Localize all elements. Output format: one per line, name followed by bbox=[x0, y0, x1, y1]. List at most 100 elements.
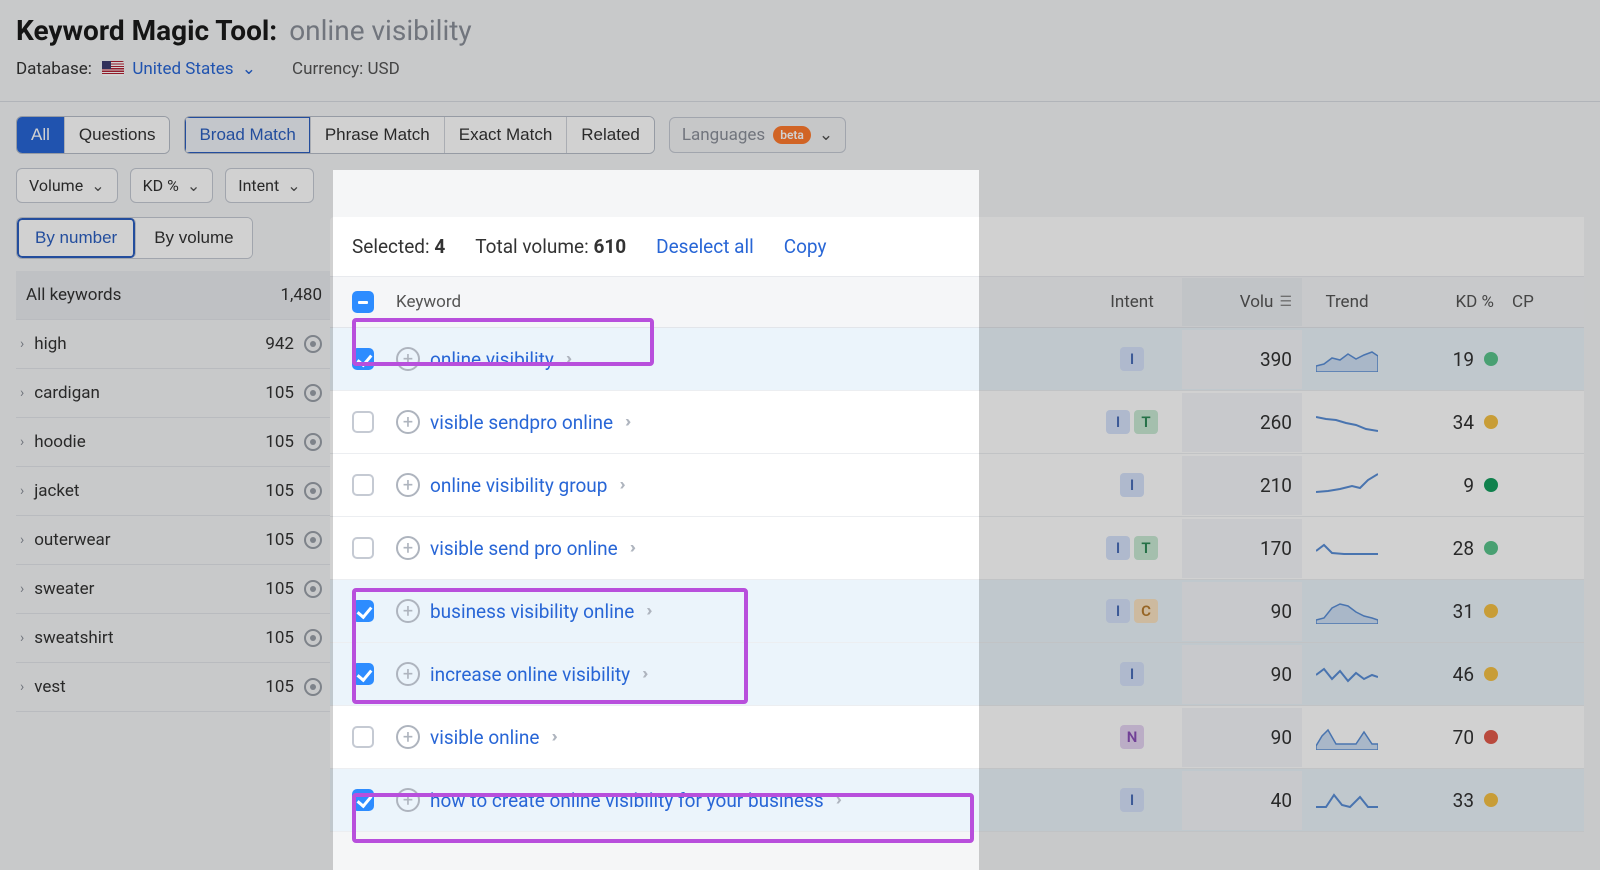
intent-badge-N: N bbox=[1120, 725, 1144, 749]
deselect-all-link[interactable]: Deselect all bbox=[656, 235, 754, 258]
eye-icon[interactable] bbox=[304, 629, 322, 647]
trend-sparkline bbox=[1316, 724, 1378, 750]
segment-related[interactable]: Related bbox=[567, 117, 654, 153]
kd-value: 19 bbox=[1453, 348, 1474, 371]
sort-desc-icon: ☰ bbox=[1279, 294, 1292, 310]
volume-value: 40 bbox=[1182, 771, 1302, 830]
intent-badge-I: I bbox=[1106, 536, 1130, 560]
kd-dot bbox=[1484, 667, 1498, 681]
row-checkbox[interactable] bbox=[352, 789, 374, 811]
keyword-link[interactable]: visible online bbox=[430, 726, 539, 749]
chevron-down-icon: ⌄ bbox=[287, 176, 300, 195]
eye-icon[interactable] bbox=[304, 580, 322, 598]
column-keyword[interactable]: Keyword bbox=[396, 292, 1082, 312]
sidebar-group[interactable]: ›sweatshirt105 bbox=[16, 614, 330, 663]
chevron-down-icon: ⌄ bbox=[242, 59, 256, 79]
sidebar-group[interactable]: ›cardigan105 bbox=[16, 369, 330, 418]
segment-exact-match[interactable]: Exact Match bbox=[445, 117, 568, 153]
expand-icon[interactable]: ›› bbox=[619, 475, 621, 495]
add-icon[interactable]: + bbox=[396, 599, 420, 623]
row-checkbox[interactable] bbox=[352, 411, 374, 433]
table-row: +increase online visibility››I9046 bbox=[330, 643, 1584, 706]
kd-dot bbox=[1484, 352, 1498, 366]
eye-icon[interactable] bbox=[304, 531, 322, 549]
column-trend[interactable]: Trend bbox=[1302, 292, 1392, 312]
row-checkbox[interactable] bbox=[352, 474, 374, 496]
trend-sparkline bbox=[1316, 409, 1378, 435]
database-selector[interactable]: Database: United States ⌄ bbox=[16, 59, 256, 79]
expand-icon[interactable]: ›› bbox=[836, 790, 838, 810]
expand-icon[interactable]: ›› bbox=[566, 349, 568, 369]
sidebar-group[interactable]: ›jacket105 bbox=[16, 467, 330, 516]
eye-icon[interactable] bbox=[304, 335, 322, 353]
column-kd[interactable]: KD % bbox=[1392, 292, 1512, 312]
volume-value: 90 bbox=[1182, 582, 1302, 641]
filter-intent[interactable]: Intent⌄ bbox=[225, 168, 313, 203]
sidebar-group[interactable]: ›high942 bbox=[16, 320, 330, 369]
column-cpc[interactable]: CP bbox=[1512, 292, 1562, 312]
trend-sparkline bbox=[1316, 472, 1378, 498]
intent-badge-I: I bbox=[1120, 347, 1144, 371]
add-icon[interactable]: + bbox=[396, 410, 420, 434]
chevron-down-icon: ⌄ bbox=[91, 176, 104, 195]
expand-icon[interactable]: ›› bbox=[642, 664, 644, 684]
sidebar-group[interactable]: ›vest105 bbox=[16, 663, 330, 712]
keyword-link[interactable]: online visibility group bbox=[430, 474, 607, 497]
expand-icon[interactable]: ›› bbox=[551, 727, 553, 747]
segment-phrase-match[interactable]: Phrase Match bbox=[311, 117, 445, 153]
add-icon[interactable]: + bbox=[396, 536, 420, 560]
volume-value: 90 bbox=[1182, 645, 1302, 704]
add-icon[interactable]: + bbox=[396, 662, 420, 686]
keyword-link[interactable]: increase online visibility bbox=[430, 663, 630, 686]
keyword-link[interactable]: online visibility bbox=[430, 348, 554, 371]
row-checkbox[interactable] bbox=[352, 537, 374, 559]
languages-dropdown[interactable]: Languages beta ⌄ bbox=[669, 117, 846, 153]
sidebar-group[interactable]: ›sweater105 bbox=[16, 565, 330, 614]
keyword-link[interactable]: visible send pro online bbox=[430, 537, 618, 560]
expand-icon[interactable]: ›› bbox=[646, 601, 648, 621]
table-row: +visible online››N9070 bbox=[330, 706, 1584, 769]
kd-value: 33 bbox=[1453, 789, 1474, 812]
add-icon[interactable]: + bbox=[396, 788, 420, 812]
add-icon[interactable]: + bbox=[396, 473, 420, 497]
keyword-link[interactable]: business visibility online bbox=[430, 600, 634, 623]
add-icon[interactable]: + bbox=[396, 725, 420, 749]
eye-icon[interactable] bbox=[304, 433, 322, 451]
trend-sparkline bbox=[1316, 661, 1378, 687]
kd-value: 70 bbox=[1453, 726, 1474, 749]
intent-badge-T: T bbox=[1134, 536, 1158, 560]
eye-icon[interactable] bbox=[304, 678, 322, 696]
row-checkbox[interactable] bbox=[352, 663, 374, 685]
row-checkbox[interactable] bbox=[352, 726, 374, 748]
expand-icon[interactable]: ›› bbox=[625, 412, 627, 432]
expand-icon[interactable]: ›› bbox=[630, 538, 632, 558]
chevron-right-icon: › bbox=[20, 630, 24, 646]
filter-kd[interactable]: KD %⌄ bbox=[130, 168, 214, 203]
segment-questions[interactable]: Questions bbox=[65, 117, 170, 153]
keyword-link[interactable]: visible sendpro online bbox=[430, 411, 613, 434]
kd-value: 31 bbox=[1453, 600, 1474, 623]
intent-badge-I: I bbox=[1120, 473, 1144, 497]
master-checkbox[interactable] bbox=[352, 291, 374, 313]
add-icon[interactable]: + bbox=[396, 347, 420, 371]
segment-broad-match[interactable]: Broad Match bbox=[185, 117, 310, 153]
sidebar-group[interactable]: ›hoodie105 bbox=[16, 418, 330, 467]
segment-all[interactable]: All bbox=[17, 117, 65, 153]
keyword-link[interactable]: how to create online visibility for your… bbox=[430, 789, 824, 812]
row-checkbox[interactable] bbox=[352, 348, 374, 370]
row-checkbox[interactable] bbox=[352, 600, 374, 622]
eye-icon[interactable] bbox=[304, 482, 322, 500]
intent-badge-I: I bbox=[1120, 788, 1144, 812]
column-intent[interactable]: Intent bbox=[1082, 292, 1182, 312]
sidebar-all-keywords[interactable]: All keywords 1,480 bbox=[16, 271, 330, 320]
intent-badge-I: I bbox=[1106, 599, 1130, 623]
sidebar-tab-by-number[interactable]: By number bbox=[17, 218, 136, 258]
kd-dot bbox=[1484, 793, 1498, 807]
filter-volume[interactable]: Volume⌄ bbox=[16, 168, 118, 203]
kd-dot bbox=[1484, 415, 1498, 429]
sidebar-group[interactable]: ›outerwear105 bbox=[16, 516, 330, 565]
sidebar-tab-by-volume[interactable]: By volume bbox=[136, 218, 251, 258]
copy-link[interactable]: Copy bbox=[784, 235, 827, 258]
eye-icon[interactable] bbox=[304, 384, 322, 402]
column-volume[interactable]: Volu☰ bbox=[1182, 278, 1302, 326]
